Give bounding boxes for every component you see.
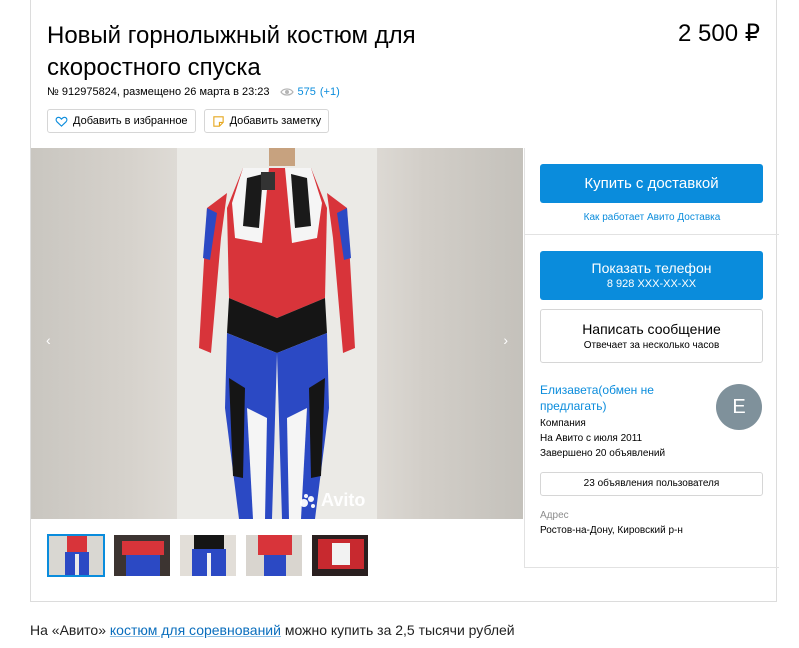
watermark-text: Avito (321, 490, 366, 510)
seller-name-link[interactable]: Елизавета(обмен не предлагать) (540, 382, 710, 414)
listing-title: Новый горнолыжный костюм для скоростного… (47, 22, 416, 81)
note-icon (212, 115, 224, 127)
purchase-sidebar: Купить с доставкой Как работает Авито До… (524, 148, 779, 568)
response-time: Отвечает за несколько часов (583, 340, 720, 351)
add-note-button[interactable]: Добавить заметку (203, 109, 330, 133)
thumbnail-1[interactable] (47, 534, 105, 577)
listing-price: 2 500 ₽ (678, 20, 760, 47)
seller-avatar[interactable]: E (716, 384, 762, 430)
add-to-favorites-button[interactable]: Добавить в избранное (47, 109, 196, 133)
thumbnail-4[interactable] (245, 534, 303, 577)
listing-number-date: № 912975824, размещено 26 марта в 23:23 (47, 86, 270, 98)
seller-completed: Завершено 20 объявлений (540, 448, 666, 459)
buy-with-delivery-button[interactable]: Купить с доставкой (540, 164, 763, 203)
views-count: 575 (297, 86, 316, 98)
listing-meta: № 912975824, размещено 26 марта в 23:23 … (47, 86, 340, 98)
caption-link[interactable]: костюм для соревнований (110, 622, 281, 638)
seller-type: Компания (540, 418, 586, 429)
address-label: Адрес (540, 510, 569, 521)
image-caption: На «Авито» костюм для соревнований можно… (30, 622, 515, 638)
add-note-label: Добавить заметку (229, 115, 322, 127)
divider (525, 567, 779, 568)
eye-icon (279, 88, 294, 96)
address-value: Ростов-на-Дону, Кировский р-н (540, 525, 683, 536)
show-phone-button[interactable]: Показать телефон 8 928 XXX-XX-XX (540, 251, 763, 300)
thumbnail-5[interactable] (311, 534, 369, 577)
thumbnail-strip (47, 534, 369, 577)
avito-watermark: Avito (299, 490, 365, 511)
gallery-next-arrow[interactable]: › (503, 332, 508, 348)
main-photo[interactable] (177, 148, 377, 519)
ski-suit-photo (177, 148, 377, 519)
listing-card: Новый горнолыжный костюм для скоростного… (30, 0, 779, 602)
seller-info: Елизавета(обмен не предлагать) Компания … (540, 382, 710, 461)
write-message-button[interactable]: Написать сообщение Отвечает за несколько… (540, 309, 763, 363)
divider (525, 234, 779, 235)
caption-text-before: На «Авито» (30, 622, 110, 638)
views-counter[interactable]: 575 (+1) (279, 86, 340, 98)
seller-ads-button[interactable]: 23 объявления пользователя (540, 472, 763, 496)
listing-actions: Добавить в избранное Добавить заметку (47, 109, 330, 133)
seller-since: На Авито с июля 2011 (540, 433, 643, 444)
thumbnail-3[interactable] (179, 534, 237, 577)
delivery-info-link[interactable]: Как работает Авито Доставка (525, 212, 779, 223)
heart-icon (55, 116, 68, 127)
write-message-label: Написать сообщение (582, 321, 721, 337)
caption-text-after: можно купить за 2,5 тысячи рублей (280, 622, 515, 638)
views-delta: (+1) (319, 86, 340, 98)
photo-gallery[interactable]: ‹ › Avito (31, 148, 523, 519)
gallery-prev-arrow[interactable]: ‹ (46, 332, 51, 348)
show-phone-label: Показать телефон (591, 260, 712, 276)
add-to-favorites-label: Добавить в избранное (73, 115, 188, 127)
thumbnail-2[interactable] (113, 534, 171, 577)
phone-number: 8 928 XXX-XX-XX (606, 278, 697, 290)
avito-logo-icon (300, 493, 315, 508)
